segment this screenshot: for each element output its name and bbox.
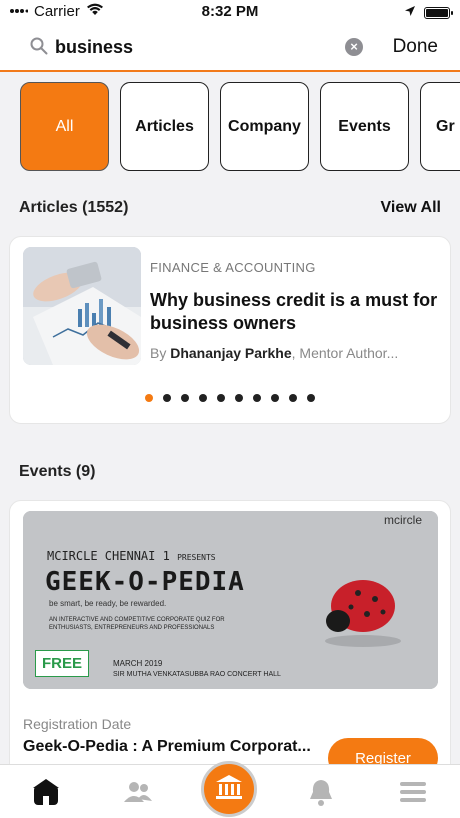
poster-brand: mcircle <box>384 513 422 527</box>
poster-desc-1: AN INTERACTIVE AND COMPETITIVE CORPORATE… <box>49 617 225 623</box>
people-icon[interactable] <box>123 777 153 807</box>
status-time: 8:32 PM <box>201 3 259 20</box>
search-input[interactable] <box>55 32 335 62</box>
poster-venue: SIR MUTHA VENKATASUBBA RAO CONCERT HALL <box>113 671 281 678</box>
pagination-dot[interactable] <box>307 394 315 402</box>
author-name: Dhananjay Parkhe <box>170 345 292 361</box>
institution-icon <box>214 772 244 807</box>
author-role: , Mentor Author... <box>291 345 399 361</box>
articles-section-title: Articles (1552) <box>19 199 129 216</box>
chip-company[interactable]: Company <box>220 82 309 171</box>
event-title[interactable]: Geek-O-Pedia : A Premium Corporat... <box>23 738 323 756</box>
status-bar: Carrier 8:32 PM <box>0 0 460 24</box>
pagination-dot[interactable] <box>217 394 225 402</box>
status-right <box>404 4 453 21</box>
article-card[interactable]: FINANCE & ACCOUNTING Why business credit… <box>9 236 451 424</box>
pagination-dot[interactable] <box>181 394 189 402</box>
pagination-dot[interactable] <box>199 394 207 402</box>
article-author-line: By Dhananjay Parkhe, Mentor Author... <box>150 345 440 361</box>
pagination-dot[interactable] <box>271 394 279 402</box>
chip-groups[interactable]: Gr <box>420 82 460 171</box>
bell-icon[interactable] <box>306 777 336 807</box>
article-thumbnail <box>23 247 141 365</box>
pagination-dot[interactable] <box>145 394 153 402</box>
poster-presenter: MCIRCLE CHENNAI 1 <box>47 549 170 563</box>
poster-date: MARCH 2019 <box>113 659 163 668</box>
articles-view-all-link[interactable]: View All <box>381 199 441 217</box>
pagination-dot[interactable] <box>163 394 171 402</box>
institution-tab[interactable] <box>201 761 257 817</box>
free-badge: FREE <box>35 650 90 677</box>
poster-presents: PRESENTS <box>177 553 216 562</box>
battery-icon <box>424 6 453 19</box>
poster-title: GEEK-O-PEDIA <box>45 567 245 597</box>
pagination-dot[interactable] <box>289 394 297 402</box>
event-card[interactable]: mcircle MCIRCLE CHENNAI 1 PRESENTS GEEK-… <box>9 500 451 780</box>
article-title[interactable]: Why business credit is a must for busine… <box>150 289 440 335</box>
pagination-dot[interactable] <box>253 394 261 402</box>
pagination-dot[interactable] <box>235 394 243 402</box>
location-arrow-icon <box>404 4 416 21</box>
tab-bar <box>0 761 460 818</box>
chip-articles[interactable]: Articles <box>120 82 209 171</box>
poster-desc-2: ENTHUSIASTS, ENTREPRENEURS AND PROFESSIO… <box>49 625 215 631</box>
poster-tagline: be smart, be ready, be rewarded. <box>49 599 167 608</box>
article-category: FINANCE & ACCOUNTING <box>150 260 316 275</box>
registration-date-label: Registration Date <box>23 716 132 732</box>
clear-search-icon[interactable]: × <box>345 38 363 56</box>
chip-all[interactable]: All <box>20 82 109 171</box>
chip-events[interactable]: Events <box>320 82 409 171</box>
home-icon[interactable] <box>31 777 61 807</box>
poster-presenter-line: MCIRCLE CHENNAI 1 PRESENTS <box>47 549 216 563</box>
events-section-title: Events (9) <box>19 463 96 480</box>
author-by-label: By <box>150 345 167 361</box>
search-bar: × Done <box>0 24 460 72</box>
menu-icon[interactable] <box>398 777 428 807</box>
search-icon <box>30 37 48 55</box>
done-button[interactable]: Done <box>393 36 438 58</box>
event-poster: mcircle MCIRCLE CHENNAI 1 PRESENTS GEEK-… <box>23 511 438 689</box>
filter-chips: All Articles Company Events Gr <box>20 82 460 172</box>
carousel-pagination <box>10 394 450 402</box>
